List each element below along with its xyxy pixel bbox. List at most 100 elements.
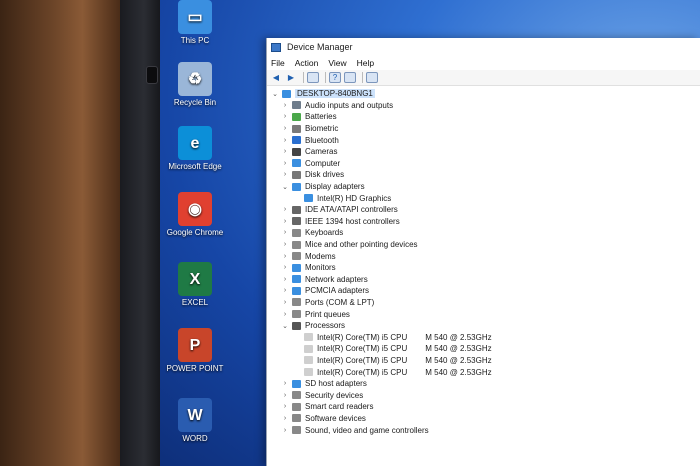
- tree-item-cameras[interactable]: › Cameras: [267, 146, 700, 158]
- device-tree: ⌄ DESKTOP-840BNG1 › Audio inputs and output…: [267, 86, 700, 436]
- expand-chevron-icon[interactable]: ›: [281, 299, 289, 306]
- desktop-icon-excel[interactable]: X EXCEL: [160, 262, 230, 307]
- tree-item-biometric[interactable]: › Biometric: [267, 123, 700, 135]
- expand-chevron-icon[interactable]: ›: [281, 137, 289, 144]
- expand-chevron-icon[interactable]: ›: [281, 264, 289, 271]
- desktop-icon-recycle-bin[interactable]: ♻ Recycle Bin: [160, 62, 230, 107]
- google-chrome-icon: ◉: [178, 192, 212, 226]
- expand-chevron-icon[interactable]: ›: [281, 113, 289, 120]
- device-category-icon: [292, 414, 301, 423]
- device-category-icon: [292, 217, 301, 226]
- collapse-chevron-icon[interactable]: ⌄: [271, 90, 279, 98]
- menu-view[interactable]: View: [328, 58, 346, 68]
- expand-chevron-icon[interactable]: ›: [281, 160, 289, 167]
- tree-item-display-adapters[interactable]: ⌄ Display adapters: [267, 181, 700, 193]
- device-category-icon: [292, 205, 301, 214]
- device-category-icon: [292, 124, 301, 133]
- device-category-icon: [292, 321, 301, 330]
- tree-item-security-devices[interactable]: › Security devices: [267, 389, 700, 401]
- tree-child-item[interactable]: Intel(R) Core(TM) i5 CPU M 540 @ 2.53GHz: [267, 331, 700, 343]
- menu-file[interactable]: File: [271, 58, 285, 68]
- menu-bar: File Action View Help: [267, 56, 700, 70]
- tree-item-monitors[interactable]: › Monitors: [267, 262, 700, 274]
- toolbar-divider: [303, 72, 304, 83]
- tree-item-mice-and-other-pointing-devices[interactable]: › Mice and other pointing devices: [267, 239, 700, 251]
- desktop-icon-this-pc[interactable]: ▭ This PC: [160, 0, 230, 45]
- tree-item-label: IDE ATA/ATAPI controllers: [305, 205, 398, 215]
- expand-chevron-icon[interactable]: ›: [281, 380, 289, 387]
- device-category-icon: [292, 310, 301, 319]
- expand-chevron-icon[interactable]: ›: [281, 392, 289, 399]
- menu-help[interactable]: Help: [357, 58, 374, 68]
- expand-chevron-icon[interactable]: ›: [281, 171, 289, 178]
- device-category-icon: [304, 368, 313, 377]
- expand-chevron-icon[interactable]: ›: [281, 102, 289, 109]
- desktop-icon-power-point[interactable]: P POWER POINT: [160, 328, 230, 373]
- device-category-icon: [292, 275, 301, 284]
- device-category-icon: [292, 159, 301, 168]
- tree-item-network-adapters[interactable]: › Network adapters: [267, 274, 700, 286]
- cpu-frequency: M 540 @ 2.53GHz: [425, 344, 492, 354]
- tree-item-pcmcia-adapters[interactable]: › PCMCIA adapters: [267, 285, 700, 297]
- desktop-icon-word[interactable]: W WORD: [160, 398, 230, 443]
- expand-chevron-icon[interactable]: ›: [281, 287, 289, 294]
- expand-chevron-icon[interactable]: ›: [281, 125, 289, 132]
- device-category-icon: [304, 356, 313, 365]
- tree-item-bluetooth[interactable]: › Bluetooth: [267, 134, 700, 146]
- menu-action[interactable]: Action: [295, 58, 319, 68]
- tree-item-sound-video-and-game-controllers[interactable]: › Sound, video and game controllers: [267, 424, 700, 436]
- expand-chevron-icon[interactable]: ›: [281, 311, 289, 318]
- tree-item-ports-com-lpt-[interactable]: › Ports (COM & LPT): [267, 297, 700, 309]
- tree-item-software-devices[interactable]: › Software devices: [267, 413, 700, 425]
- tree-child-item[interactable]: Intel(R) Core(TM) i5 CPU M 540 @ 2.53GHz: [267, 355, 700, 367]
- device-manager-icon: [271, 42, 281, 52]
- monitor-icon[interactable]: [366, 72, 378, 83]
- collapse-chevron-icon[interactable]: ⌄: [281, 183, 289, 191]
- tree-item-print-queues[interactable]: › Print queues: [267, 308, 700, 320]
- expand-chevron-icon[interactable]: ›: [281, 206, 289, 213]
- tree-item-modems[interactable]: › Modems: [267, 250, 700, 262]
- device-category-icon: [292, 298, 301, 307]
- device-category-icon: [292, 426, 301, 435]
- update-icon[interactable]: [344, 72, 356, 83]
- tree-item-smart-card-readers[interactable]: › Smart card readers: [267, 401, 700, 413]
- tree-item-label: Sound, video and game controllers: [305, 425, 429, 435]
- desktop-icon-google-chrome[interactable]: ◉ Google Chrome: [160, 192, 230, 237]
- tree-child-item[interactable]: Intel(R) Core(TM) i5 CPU M 540 @ 2.53GHz: [267, 343, 700, 355]
- expand-chevron-icon[interactable]: ›: [281, 427, 289, 434]
- expand-chevron-icon[interactable]: ›: [281, 218, 289, 225]
- desktop-icon-microsoft-edge[interactable]: e Microsoft Edge: [160, 126, 230, 171]
- tree-item-ieee-1394-host-controllers[interactable]: › IEEE 1394 host controllers: [267, 216, 700, 228]
- tree-root-computer[interactable]: ⌄ DESKTOP-840BNG1: [267, 88, 700, 100]
- device-category-icon: [304, 333, 313, 342]
- tree-item-label: Ports (COM & LPT): [305, 297, 375, 307]
- tree-child-item[interactable]: Intel(R) HD Graphics: [267, 192, 700, 204]
- tree-item-ide-ata-atapi-controllers[interactable]: › IDE ATA/ATAPI controllers: [267, 204, 700, 216]
- help-icon[interactable]: ?: [329, 72, 341, 83]
- back-arrow-icon[interactable]: ◀: [270, 72, 282, 83]
- device-manager-window: Device Manager File Action View Help ◀ ▶…: [266, 38, 700, 466]
- expand-chevron-icon[interactable]: ›: [281, 229, 289, 236]
- tree-item-label: Batteries: [305, 112, 337, 122]
- tree-item-processors[interactable]: ⌄ Processors: [267, 320, 700, 332]
- expand-chevron-icon[interactable]: ›: [281, 241, 289, 248]
- tree-item-batteries[interactable]: › Batteries: [267, 111, 700, 123]
- tree-item-label: Processors: [305, 321, 346, 331]
- tree-item-disk-drives[interactable]: › Disk drives: [267, 169, 700, 181]
- expand-chevron-icon[interactable]: ›: [281, 403, 289, 410]
- tree-item-audio-inputs-and-outputs[interactable]: › Audio inputs and outputs: [267, 100, 700, 112]
- tree-child-item[interactable]: Intel(R) Core(TM) i5 CPU M 540 @ 2.53GHz: [267, 366, 700, 378]
- expand-chevron-icon[interactable]: ›: [281, 148, 289, 155]
- expand-chevron-icon[interactable]: ›: [281, 415, 289, 422]
- tree-item-sd-host-adapters[interactable]: › SD host adapters: [267, 378, 700, 390]
- tree-item-computer[interactable]: › Computer: [267, 158, 700, 170]
- device-category-icon: [292, 228, 301, 237]
- tree-item-label: Intel(R) Core(TM) i5 CPU: [317, 344, 408, 354]
- properties-icon[interactable]: [307, 72, 319, 83]
- expand-chevron-icon[interactable]: ›: [281, 276, 289, 283]
- expand-chevron-icon[interactable]: ›: [281, 253, 289, 260]
- forward-arrow-icon[interactable]: ▶: [285, 72, 297, 83]
- cpu-frequency: M 540 @ 2.53GHz: [425, 367, 492, 377]
- collapse-chevron-icon[interactable]: ⌄: [281, 322, 289, 330]
- tree-item-keyboards[interactable]: › Keyboards: [267, 227, 700, 239]
